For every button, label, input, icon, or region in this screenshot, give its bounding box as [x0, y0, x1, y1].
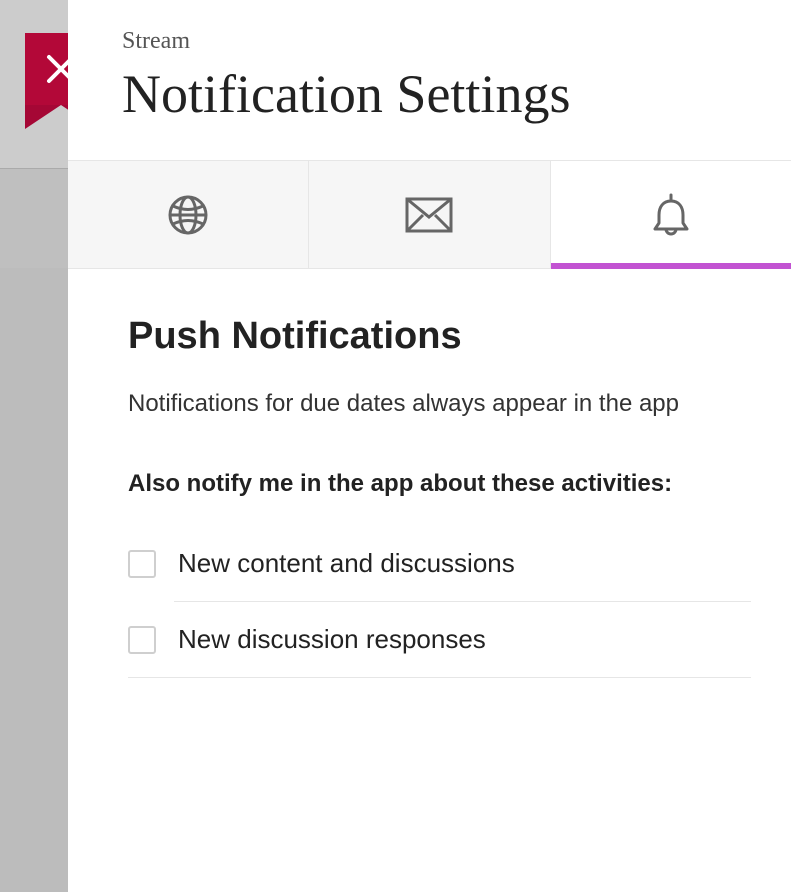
page-title: Notification Settings	[122, 65, 791, 124]
section-title: Push Notifications	[128, 315, 751, 358]
option-new-responses[interactable]: New discussion responses	[128, 602, 751, 677]
checkbox-new-content[interactable]	[128, 550, 156, 578]
tab-stream[interactable]	[68, 161, 309, 268]
tab-bar	[68, 161, 791, 269]
divider	[128, 677, 751, 678]
notification-options: New content and discussions New discussi…	[128, 526, 751, 678]
option-new-content[interactable]: New content and discussions	[128, 526, 751, 601]
mail-icon	[405, 197, 453, 233]
globe-icon	[166, 193, 210, 237]
settings-panel: Stream Notification Settings	[68, 0, 791, 892]
checkbox-new-responses[interactable]	[128, 626, 156, 654]
option-label: New discussion responses	[178, 624, 486, 655]
tab-push[interactable]	[551, 161, 791, 268]
section-note: Notifications for due dates always appea…	[128, 390, 751, 418]
push-settings-section: Push Notifications Notifications for due…	[68, 269, 791, 892]
section-subtitle: Also notify me in the app about these ac…	[128, 470, 751, 498]
bell-icon	[651, 193, 691, 237]
panel-header: Stream Notification Settings	[68, 0, 791, 161]
tab-email[interactable]	[309, 161, 550, 268]
backdrop-divider	[0, 168, 68, 169]
breadcrumb: Stream	[122, 28, 791, 55]
option-label: New content and discussions	[178, 548, 515, 579]
